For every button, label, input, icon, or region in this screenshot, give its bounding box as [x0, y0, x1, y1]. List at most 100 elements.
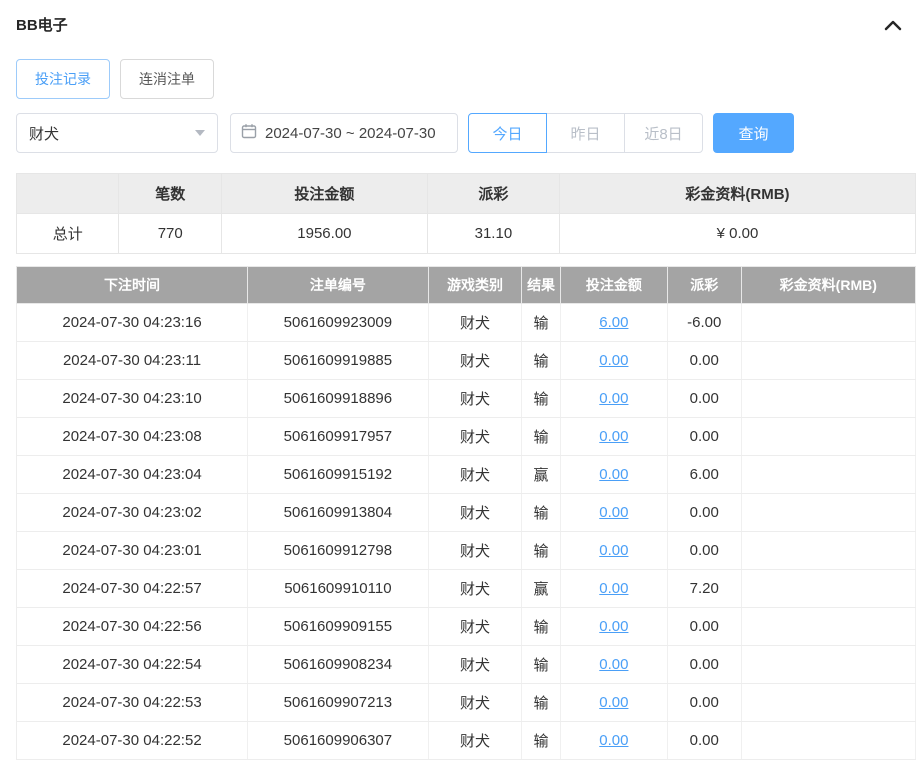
result-cell: 输: [522, 304, 561, 342]
summary-header-blank: [17, 174, 119, 214]
game-type-cell: 财犬: [428, 456, 521, 494]
header-bet-amount: 投注金额: [560, 267, 667, 304]
game-select-value: 财犬: [29, 123, 59, 144]
payout-cell: 7.20: [667, 570, 741, 608]
table-row: 2024-07-30 04:23:02 5061609913804 财犬 输 0…: [17, 494, 916, 532]
jackpot-cell: [741, 684, 915, 722]
bet-amount-link[interactable]: 0.00: [599, 466, 628, 483]
bet-time-cell: 2024-07-30 04:23:10: [17, 380, 248, 418]
summary-total-row: 总计 770 1956.00 31.10 ¥ 0.00: [17, 214, 916, 254]
header-jackpot: 彩金资料(RMB): [741, 267, 915, 304]
bet-amount-link[interactable]: 0.00: [599, 732, 628, 749]
bet-amount-link[interactable]: 0.00: [599, 618, 628, 635]
tab-bet-records[interactable]: 投注记录: [16, 59, 110, 99]
result-cell: 输: [522, 722, 561, 760]
summary-header-count: 笔数: [119, 174, 221, 214]
bet-amount-link[interactable]: 0.00: [599, 580, 628, 597]
date-range-input[interactable]: 2024-07-30 ~ 2024-07-30: [230, 113, 458, 153]
order-id-cell: 5061609915192: [248, 456, 429, 494]
game-type-cell: 财犬: [428, 494, 521, 532]
result-cell: 赢: [522, 570, 561, 608]
bet-amount-link[interactable]: 0.00: [599, 694, 628, 711]
summary-table: 笔数 投注金额 派彩 彩金资料(RMB) 总计 770 1956.00 31.1…: [16, 173, 916, 254]
result-cell: 输: [522, 380, 561, 418]
header-result: 结果: [522, 267, 561, 304]
tab-cancelled-orders[interactable]: 连消注单: [120, 59, 214, 99]
table-row: 2024-07-30 04:22:52 5061609906307 财犬 输 0…: [17, 722, 916, 760]
game-type-cell: 财犬: [428, 342, 521, 380]
summary-total-bet-amount: 1956.00: [221, 214, 427, 254]
game-type-cell: 财犬: [428, 418, 521, 456]
bet-amount-link[interactable]: 0.00: [599, 352, 628, 369]
summary-total-label: 总计: [17, 214, 119, 254]
result-cell: 输: [522, 646, 561, 684]
bet-amount-cell: 0.00: [560, 608, 667, 646]
result-cell: 输: [522, 494, 561, 532]
bet-records-panel: BB电子 投注记录 连消注单 财犬 2024-07-30 ~ 2024-07-3…: [0, 0, 916, 760]
game-select[interactable]: 财犬: [16, 113, 218, 153]
order-id-cell: 5061609906307: [248, 722, 429, 760]
collapse-button[interactable]: [882, 17, 904, 33]
table-row: 2024-07-30 04:23:10 5061609918896 财犬 输 0…: [17, 380, 916, 418]
header-bet-time: 下注时间: [17, 267, 248, 304]
table-row: 2024-07-30 04:23:01 5061609912798 财犬 输 0…: [17, 532, 916, 570]
table-row: 2024-07-30 04:22:57 5061609910110 财犬 赢 0…: [17, 570, 916, 608]
bet-time-cell: 2024-07-30 04:22:56: [17, 608, 248, 646]
header-payout: 派彩: [667, 267, 741, 304]
payout-cell: 0.00: [667, 342, 741, 380]
order-id-cell: 5061609910110: [248, 570, 429, 608]
bet-amount-link[interactable]: 0.00: [599, 542, 628, 559]
payout-cell: 0.00: [667, 418, 741, 456]
chevron-up-icon: [884, 19, 902, 34]
yesterday-button[interactable]: 昨日: [546, 113, 625, 153]
bet-time-cell: 2024-07-30 04:23:11: [17, 342, 248, 380]
jackpot-cell: [741, 646, 915, 684]
bet-amount-link[interactable]: 0.00: [599, 390, 628, 407]
result-cell: 输: [522, 684, 561, 722]
game-type-cell: 财犬: [428, 532, 521, 570]
bet-amount-link[interactable]: 0.00: [599, 656, 628, 673]
bet-time-cell: 2024-07-30 04:23:16: [17, 304, 248, 342]
bet-time-cell: 2024-07-30 04:23:02: [17, 494, 248, 532]
quick-date-group: 今日 昨日 近8日: [468, 113, 703, 153]
today-button[interactable]: 今日: [468, 113, 547, 153]
bet-amount-cell: 0.00: [560, 570, 667, 608]
order-id-cell: 5061609917957: [248, 418, 429, 456]
result-cell: 赢: [522, 456, 561, 494]
table-row: 2024-07-30 04:23:11 5061609919885 财犬 输 0…: [17, 342, 916, 380]
bet-time-cell: 2024-07-30 04:23:08: [17, 418, 248, 456]
summary-header-payout: 派彩: [427, 174, 559, 214]
order-id-cell: 5061609918896: [248, 380, 429, 418]
bet-amount-link[interactable]: 0.00: [599, 504, 628, 521]
game-type-cell: 财犬: [428, 380, 521, 418]
jackpot-cell: [741, 456, 915, 494]
bet-table: 下注时间 注单编号 游戏类别 结果 投注金额 派彩 彩金资料(RMB) 2024…: [16, 266, 916, 760]
payout-cell: 0.00: [667, 608, 741, 646]
summary-total-jackpot: ¥ 0.00: [559, 214, 915, 254]
bet-amount-cell: 0.00: [560, 722, 667, 760]
tab-bar: 投注记录 连消注单: [16, 59, 916, 99]
filter-bar: 财犬 2024-07-30 ~ 2024-07-30 今日 昨日 近8日 查询: [16, 113, 916, 153]
table-row: 2024-07-30 04:22:54 5061609908234 财犬 输 0…: [17, 646, 916, 684]
last-8-days-button[interactable]: 近8日: [624, 113, 703, 153]
bet-table-body: 2024-07-30 04:23:16 5061609923009 财犬 输 6…: [17, 304, 916, 760]
game-type-cell: 财犬: [428, 646, 521, 684]
jackpot-cell: [741, 380, 915, 418]
bet-amount-link[interactable]: 0.00: [599, 428, 628, 445]
result-cell: 输: [522, 342, 561, 380]
result-cell: 输: [522, 608, 561, 646]
payout-cell: 0.00: [667, 494, 741, 532]
table-row: 2024-07-30 04:23:16 5061609923009 财犬 输 6…: [17, 304, 916, 342]
bet-amount-cell: 0.00: [560, 646, 667, 684]
bet-time-cell: 2024-07-30 04:23:04: [17, 456, 248, 494]
chevron-down-icon: [195, 130, 205, 136]
payout-cell: 6.00: [667, 456, 741, 494]
search-button[interactable]: 查询: [713, 113, 794, 153]
summary-header-bet-amount: 投注金额: [221, 174, 427, 214]
bet-time-cell: 2024-07-30 04:22:52: [17, 722, 248, 760]
payout-cell: 0.00: [667, 722, 741, 760]
bet-amount-link[interactable]: 6.00: [599, 314, 628, 331]
bet-amount-cell: 0.00: [560, 684, 667, 722]
date-range-value: 2024-07-30 ~ 2024-07-30: [265, 125, 436, 142]
bet-amount-cell: 0.00: [560, 418, 667, 456]
